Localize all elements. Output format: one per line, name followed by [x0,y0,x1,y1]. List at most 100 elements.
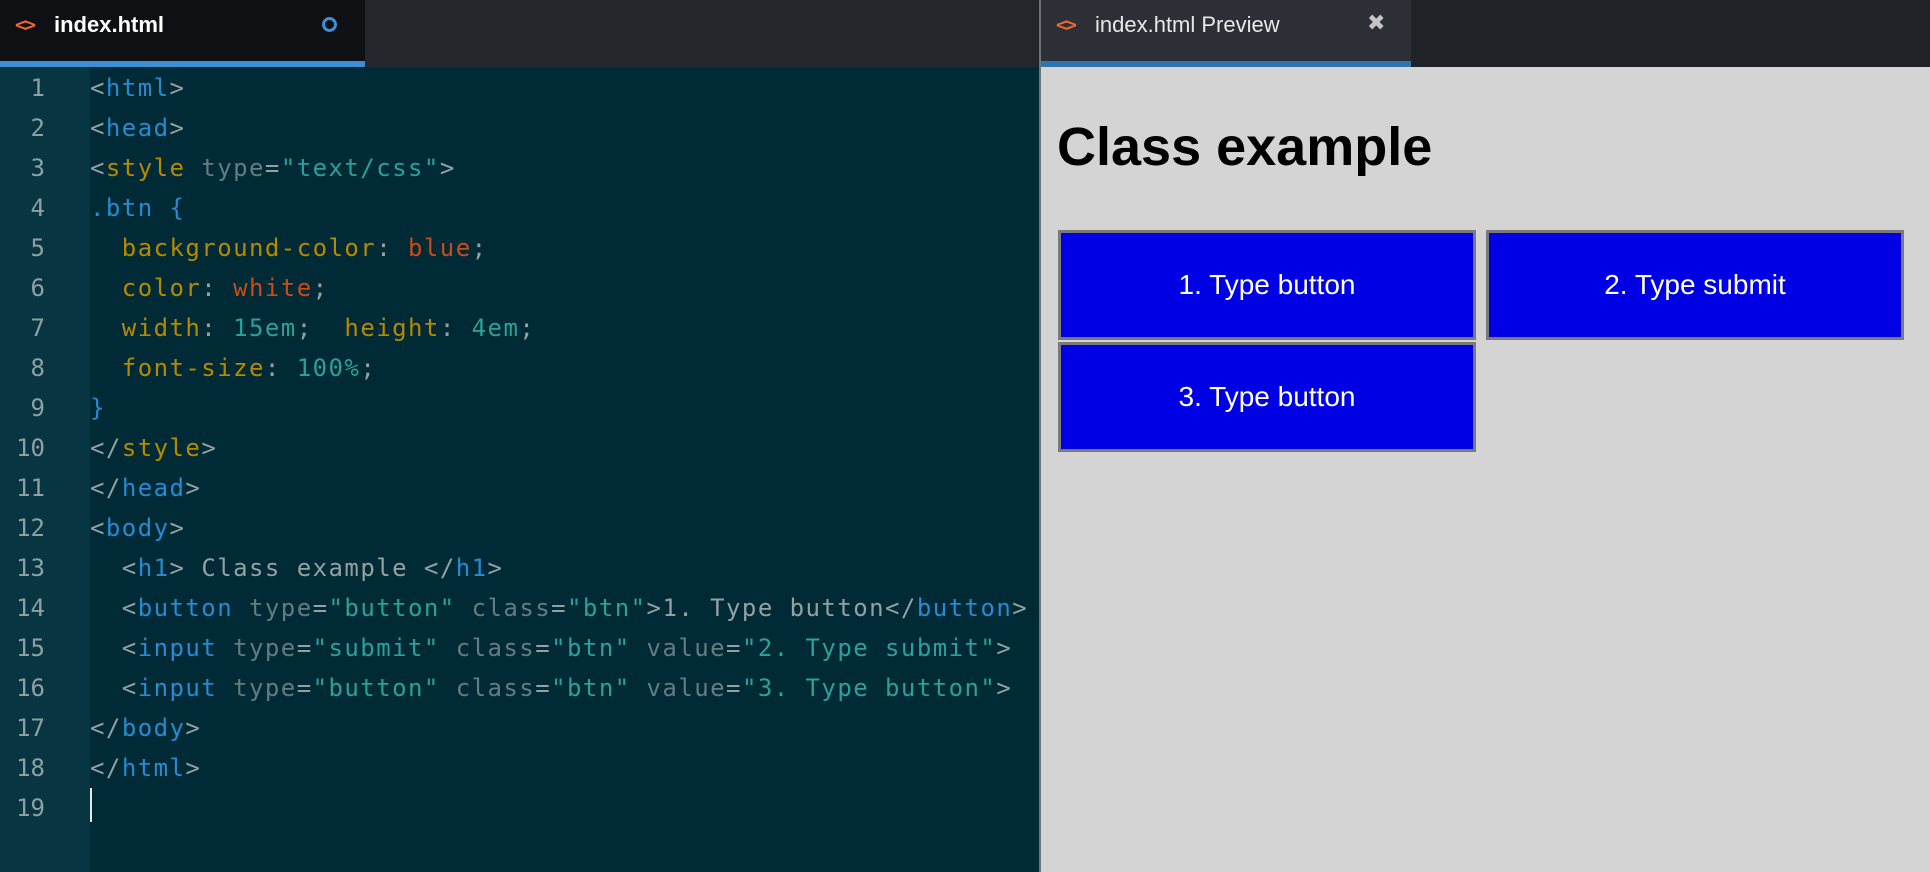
code-token: value [630,634,727,662]
code-token: background-color [90,234,377,262]
type-button-1[interactable]: 1. Type button [1058,230,1476,340]
code-token: type [217,674,297,702]
code-token: font-size [90,354,265,382]
code-token: 100% [296,354,361,382]
code-line: <style type="text/css"> [90,148,456,188]
line-number: 8 [30,354,45,382]
text-cursor [90,788,92,822]
close-icon[interactable]: ✖ [1367,10,1385,36]
code-token: > [169,74,186,102]
tab-title: index.html Preview [1095,12,1280,37]
type-submit-button[interactable]: 2. Type submit [1486,230,1904,340]
line-number: 2 [30,114,45,142]
code-token: = [726,634,742,662]
line-number: 19 [16,794,45,822]
code-token: input [137,674,218,702]
code-token: button [137,594,234,622]
code-token: height [344,314,440,342]
line-number: 13 [16,554,45,582]
code-token: > [185,714,202,742]
code-token: > [646,594,663,622]
code-token: </ [885,594,917,622]
code-token: white [233,274,313,302]
code-token: = [535,674,552,702]
tab-preview[interactable]: <> index.html Preview ✖ [1041,0,1411,67]
code-token: > [169,514,186,542]
editor-pane: <> index.html 1 2 3 4 5 6 7 8 9 10 11 12 13 14 15 16 17 1… [0,0,1039,872]
code-token: < [90,634,138,662]
code-token: button [916,594,1013,622]
code-token: < [90,514,106,542]
code-token: : [264,354,297,382]
code-token: = [726,674,742,702]
code-line: width: 15em; height: 4em; [90,308,535,348]
line-number: 5 [30,234,45,262]
line-number: 10 [16,434,45,462]
code-token: < [90,154,106,182]
code-token: value [630,674,727,702]
preview-content: Class example 1. Type button 2. Type sub… [1041,67,1930,872]
code-token: input [137,634,218,662]
code-token: 1. Type button [662,594,886,622]
code-token: = [296,634,313,662]
page-heading: Class example [1057,117,1433,177]
code-token: : [201,314,234,342]
code-token: > [201,434,218,462]
code-token: : [376,234,408,262]
code-brackets-icon: <> [15,14,36,36]
line-number: 11 [16,474,45,502]
code-token: > [185,754,202,782]
code-token: type [185,154,265,182]
line-number: 16 [16,674,45,702]
code-token: "text/css" [280,154,440,182]
code-token: .btn { [90,194,186,222]
unsaved-indicator-icon[interactable] [322,17,337,32]
code-token: </ [90,474,122,502]
line-number: 1 [30,74,45,102]
code-line: color: white; [90,268,329,308]
code-token: body [121,714,186,742]
code-editor[interactable]: <html> <head> <style type="text/css"> .btn … [90,67,1039,872]
code-token: style [105,154,186,182]
code-token: "button" [328,594,456,622]
code-line: <input type="button" class="btn" value="… [90,668,1012,708]
code-token: class [439,674,536,702]
preview-tab-bar: <> index.html Preview ✖ [1041,0,1930,67]
line-number: 3 [30,154,45,182]
code-token: > [185,474,202,502]
code-line: } [90,388,106,428]
code-token: ; [471,234,488,262]
code-line: <input type="submit" class="btn" value="… [90,628,1012,668]
code-token: > [439,154,456,182]
code-token: : [439,314,472,342]
code-token: h1 [137,554,170,582]
code-token: </ [90,434,122,462]
code-token: : [201,274,234,302]
code-token: "btn" [551,674,631,702]
line-number: 12 [16,514,45,542]
code-token: = [296,674,313,702]
code-token: class [439,634,536,662]
code-token: Class example [185,554,424,582]
code-token: ; [312,274,329,302]
code-line: </html> [90,748,201,788]
line-number: 14 [16,594,45,622]
tab-index-html[interactable]: <> index.html [0,0,365,67]
code-token: type [217,634,297,662]
code-token: "btn" [567,594,647,622]
code-token: > [996,634,1013,662]
code-token: </ [423,554,456,582]
line-number: 7 [30,314,45,342]
code-token: > [996,674,1013,702]
code-token: "3. Type button" [741,674,997,702]
code-token: 15em [233,314,297,342]
code-token: head [105,114,170,142]
code-token: ; [296,314,345,342]
code-line: <h1> Class example </h1> [90,548,503,588]
code-token: = [551,594,568,622]
code-token: style [121,434,202,462]
type-button-3[interactable]: 3. Type button [1058,342,1476,452]
code-token: </ [90,754,122,782]
code-line: </style> [90,428,217,468]
code-token: type [233,594,313,622]
